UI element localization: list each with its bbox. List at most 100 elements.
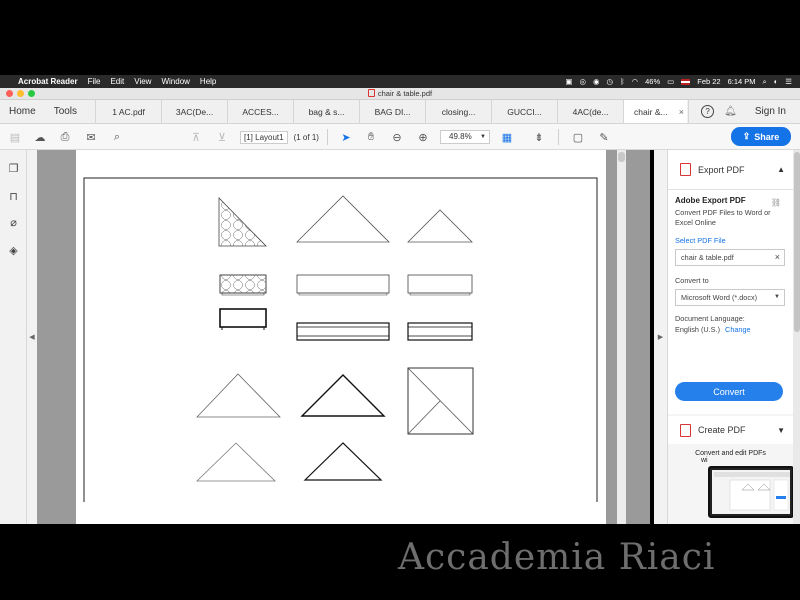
scrollbar-thumb[interactable] xyxy=(618,152,625,162)
spotlight-search-icon[interactable]: ⌕ xyxy=(763,77,767,87)
doc-tab[interactable]: 1 AC.pdf xyxy=(95,100,161,123)
doc-tab[interactable]: GUCCI... xyxy=(491,100,557,123)
doc-language-label: Document Language: xyxy=(675,314,745,323)
doc-tab[interactable]: bag & s... xyxy=(293,100,359,123)
export-pdf-title: Export PDF xyxy=(698,164,745,175)
main-toolbar: ▤ ☁ ⎙ ✉ ⌕ ⊼ ⊻ [1] Layout1 (1 of 1) ➤ ✋︎ … xyxy=(0,124,800,150)
change-language-link[interactable]: Change xyxy=(725,325,751,334)
bluetooth-icon[interactable]: ᛒ xyxy=(620,77,625,86)
scroll-mode-icon[interactable]: ⇟ xyxy=(532,130,546,144)
menu-file[interactable]: File xyxy=(88,77,101,86)
tab-tools[interactable]: Tools xyxy=(45,100,95,123)
menubar-date[interactable]: Feb 22 xyxy=(697,77,720,86)
watermark-text: Accademia Riaci xyxy=(398,537,716,578)
export-pdf-header[interactable]: Export PDF ▲ xyxy=(668,150,793,190)
triangle-elevation xyxy=(196,373,281,418)
battery-icon[interactable]: ▭ xyxy=(667,77,674,86)
search-icon[interactable]: ⌕ xyxy=(110,130,124,144)
battery-percent: 46% xyxy=(645,77,661,86)
menu-edit[interactable]: Edit xyxy=(110,77,124,86)
create-pdf-title: Create PDF xyxy=(698,425,746,435)
share-label: Share xyxy=(754,131,780,142)
page-display-icon[interactable]: ▦ xyxy=(500,130,514,144)
triangle-elevation xyxy=(407,209,473,243)
wifi-icon[interactable]: ◠ xyxy=(632,77,639,86)
chevron-down-icon[interactable]: ▼ xyxy=(777,426,785,435)
record-icon[interactable]: ▣ xyxy=(565,77,572,86)
cad-drawing xyxy=(83,177,598,502)
layers-icon[interactable]: ◈ xyxy=(7,244,20,257)
menu-app-name[interactable]: Acrobat Reader xyxy=(18,77,78,86)
convert-format-value: Microsoft Word (*.docx) xyxy=(681,293,758,302)
input-source-flag-icon[interactable] xyxy=(681,78,691,85)
zoom-in-icon[interactable]: ⊕ xyxy=(416,130,430,144)
doc-tab[interactable]: 4AC(de... xyxy=(557,100,623,123)
print-icon[interactable]: ⎙ xyxy=(58,130,72,144)
previous-page-icon[interactable]: ⊼ xyxy=(189,130,203,144)
zoom-out-icon[interactable]: ⊖ xyxy=(390,130,404,144)
zoom-value: 49.8% xyxy=(449,132,472,141)
tabbar-right: ? 🔔︎ Sign In xyxy=(688,100,800,123)
screen: Acrobat Reader File Edit View Window Hel… xyxy=(0,0,800,600)
upload-cloud-icon[interactable]: ☁ xyxy=(33,130,47,144)
comment-icon[interactable]: ▢ xyxy=(571,130,585,144)
doc-language-row: English (U.S.) Change xyxy=(675,325,786,334)
menubar-time[interactable]: 6:14 PM xyxy=(728,77,756,86)
left-panel-toggle[interactable]: ◀ xyxy=(27,150,37,524)
create-pdf-header[interactable]: Create PDF ▼ xyxy=(668,416,793,444)
convert-button[interactable]: Convert xyxy=(675,382,783,401)
user-icon[interactable]: ◉ xyxy=(593,77,600,86)
zoom-select[interactable]: 49.8% ▼ xyxy=(440,130,490,144)
share-button[interactable]: ⇪ Share xyxy=(731,127,791,146)
selected-file-field[interactable]: chair & table.pdf × xyxy=(675,249,785,266)
document-scrollbar[interactable] xyxy=(617,150,626,524)
doc-tab-active[interactable]: chair &... × xyxy=(623,100,688,123)
select-cursor-icon[interactable]: ➤ xyxy=(339,130,353,144)
sync-icon[interactable]: ◎ xyxy=(579,77,586,86)
sign-in-link[interactable]: Sign In xyxy=(755,106,786,117)
control-center-icon[interactable]: ☰ xyxy=(785,77,792,86)
menu-help[interactable]: Help xyxy=(200,77,216,86)
doc-tab[interactable]: ACCES... xyxy=(227,100,293,123)
bold-rectangle xyxy=(219,308,267,328)
menu-window[interactable]: Window xyxy=(161,77,189,86)
screen-recording-thumbnail[interactable] xyxy=(708,466,794,518)
select-pdf-file-link[interactable]: Select PDF File xyxy=(675,236,786,245)
rectangle-elevation xyxy=(407,274,473,294)
page-thumbnails-icon[interactable]: ❐ xyxy=(7,162,20,175)
next-page-icon[interactable]: ⊻ xyxy=(215,130,229,144)
attachment-icon[interactable]: ⌀ xyxy=(7,216,20,229)
highlight-pen-icon[interactable]: ✎ xyxy=(597,130,611,144)
convert-format-select[interactable]: Microsoft Word (*.docx) ▼ xyxy=(675,289,785,306)
bookmark-icon[interactable]: ⊓ xyxy=(7,190,20,203)
save-icon[interactable]: ▤ xyxy=(8,130,22,144)
menu-view[interactable]: View xyxy=(134,77,151,86)
rectangle-base xyxy=(298,292,388,296)
time-machine-icon[interactable]: ◷ xyxy=(607,77,614,86)
page-number-input[interactable]: [1] Layout1 xyxy=(240,130,288,144)
doc-tab[interactable]: BAG DI... xyxy=(359,100,425,123)
right-panel-toggle[interactable]: ▶ xyxy=(654,150,667,524)
panel-scrollbar-thumb[interactable] xyxy=(794,152,800,332)
doc-tab[interactable]: 3AC(De... xyxy=(161,100,227,123)
siri-icon[interactable]: ◐ xyxy=(774,77,779,86)
help-icon[interactable]: ? xyxy=(701,105,715,118)
document-viewer[interactable] xyxy=(37,150,650,524)
notification-bell-icon[interactable]: 🔔︎ xyxy=(724,106,737,117)
doc-tab[interactable]: closing... xyxy=(425,100,491,123)
pdf-file-icon xyxy=(367,89,375,97)
chevron-up-icon[interactable]: ▲ xyxy=(777,165,785,174)
bold-rectangle xyxy=(296,322,390,341)
triangle-elevation xyxy=(296,195,390,243)
tab-home[interactable]: Home xyxy=(0,100,45,123)
panel-scrollbar[interactable] xyxy=(793,150,800,524)
cloud-link-icon[interactable]: ⛓ xyxy=(771,198,781,207)
close-tab-icon[interactable]: × xyxy=(679,107,684,117)
window-title-text: chair & table.pdf xyxy=(377,89,433,98)
email-icon[interactable]: ✉ xyxy=(84,130,98,144)
hand-tool-icon[interactable]: ✋︎ xyxy=(364,130,378,144)
triangle-elevation xyxy=(196,442,276,482)
clear-file-icon[interactable]: × xyxy=(775,250,780,265)
rectangle-base xyxy=(409,292,471,296)
thumbnail-preview xyxy=(712,470,790,514)
